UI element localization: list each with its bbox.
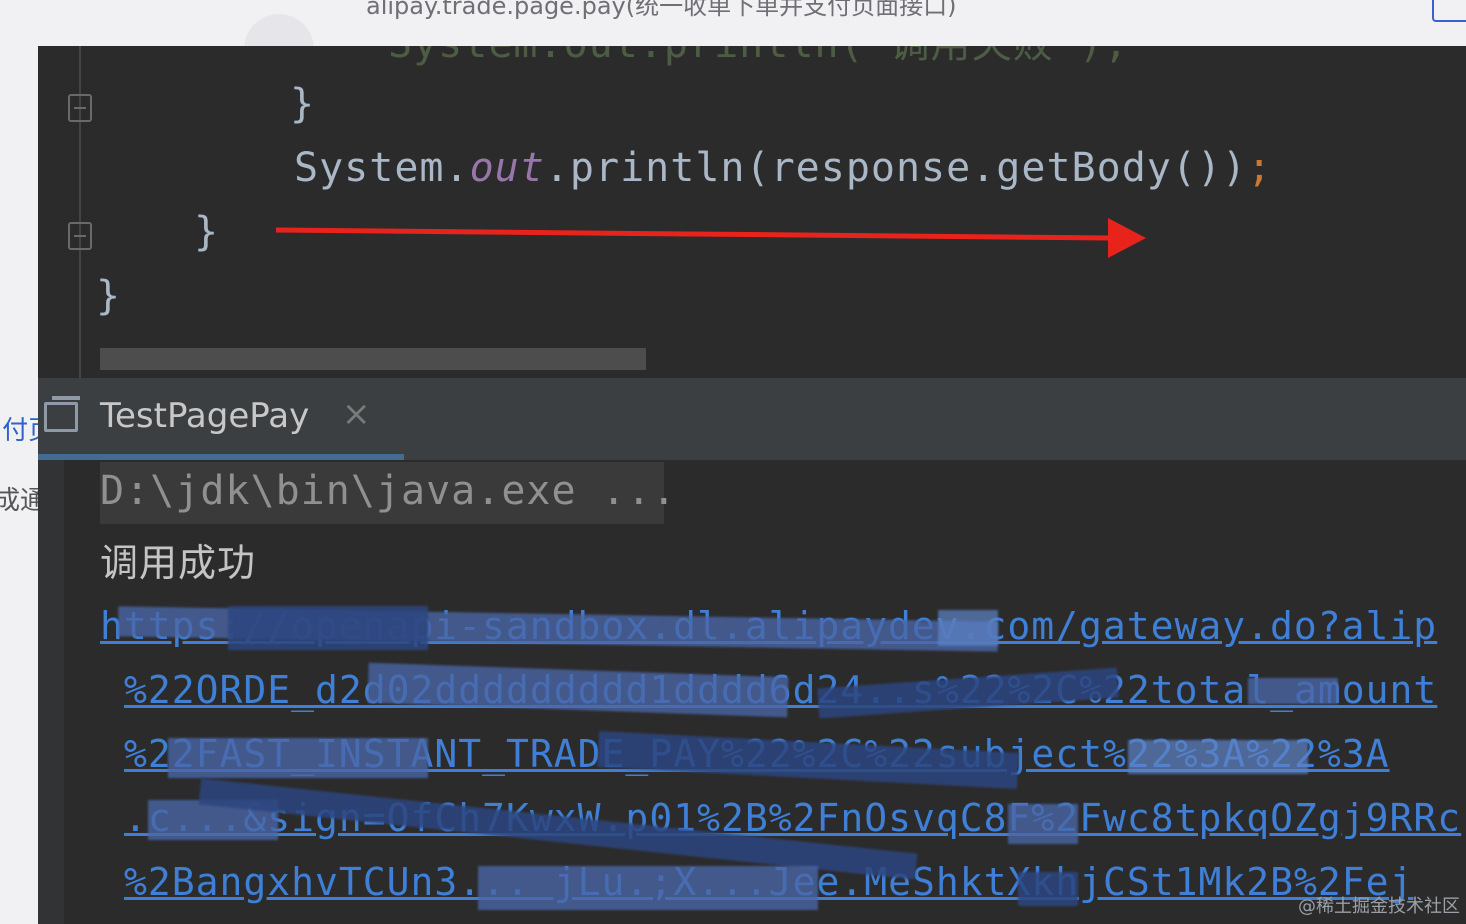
console-status-line: 调用成功 <box>100 541 257 585</box>
code-line-println-fail: System.out.println("调用失败"); <box>388 46 1129 68</box>
annotation-arrow-icon <box>275 218 1146 258</box>
redaction-mark <box>478 866 818 910</box>
code-line-print-body: System.out.println(response.getBody()); <box>294 144 1272 192</box>
redaction-mark <box>1008 804 1078 844</box>
background-button[interactable] <box>1432 0 1466 22</box>
code-token-println: .println(response.getBody()) <box>544 145 1248 191</box>
ide-window: System.out.println("调用失败"); } System.out… <box>38 46 1466 924</box>
active-tab-indicator <box>38 454 404 460</box>
tab-testpagepay[interactable]: TestPagePay <box>100 396 309 436</box>
redaction-mark <box>168 738 428 778</box>
redaction-mark <box>1248 678 1338 704</box>
console-gutter <box>38 460 64 924</box>
code-closing-brace: } <box>290 81 316 127</box>
background-page-title: alipay.trade.page.pay(统一收单下单并支付页面接口) <box>366 0 957 20</box>
code-token-out-field: out <box>469 145 545 191</box>
run-tool-window: TestPagePay × D:\jdk\bin\java.exe ... 调用… <box>38 378 1466 924</box>
run-tab-bar: TestPagePay × <box>38 378 1466 460</box>
redaction-mark <box>938 610 998 646</box>
code-token-semicolon: ; <box>1247 145 1273 191</box>
fold-collapse-icon[interactable] <box>68 94 92 122</box>
code-token-system: System. <box>294 145 470 191</box>
console-command-line: D:\jdk\bin\java.exe ... <box>100 468 677 514</box>
fold-collapse-icon[interactable] <box>68 222 92 250</box>
watermark-text: @稀土掘金技术社区 <box>1298 896 1460 917</box>
tab-close-icon[interactable]: × <box>342 394 371 434</box>
code-editor[interactable]: System.out.println("调用失败"); } System.out… <box>38 46 1466 378</box>
horizontal-scrollbar[interactable] <box>100 348 646 370</box>
redaction-mark <box>1128 740 1308 774</box>
code-closing-brace: } <box>96 273 122 319</box>
redaction-mark <box>228 606 428 650</box>
redaction-mark <box>1018 872 1078 906</box>
code-closing-brace: } <box>194 209 220 255</box>
console-icon <box>44 396 80 432</box>
